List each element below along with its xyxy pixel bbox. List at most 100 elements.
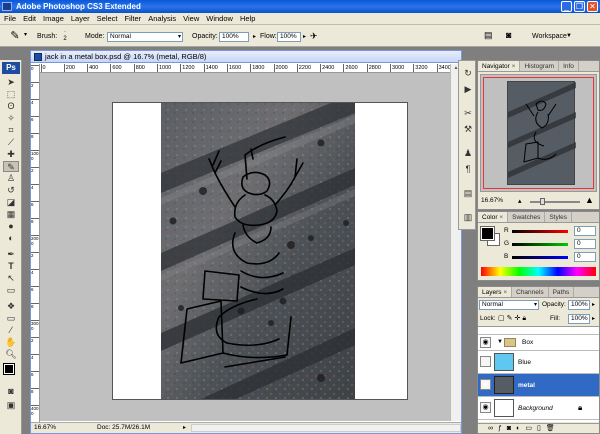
horizontal-scrollbar[interactable] [191,424,461,432]
dodge-tool-icon[interactable]: ◐ [3,233,19,244]
blur-tool-icon[interactable]: ● [3,221,19,232]
magic-wand-tool-icon[interactable]: ✧ [3,113,19,124]
visibility-eye-icon[interactable]: ◉ [480,337,491,348]
tab-paths[interactable]: Paths [549,287,575,297]
red-value[interactable]: 0 [574,226,596,236]
menu-file[interactable]: File [4,14,16,23]
shape-tool-icon[interactable]: ▭ [3,285,19,296]
tab-swatches[interactable]: Swatches [508,212,546,222]
workspace-menu[interactable]: Workspace [532,33,567,40]
history-panel-icon[interactable]: ↻ [462,67,474,79]
character-panel-icon[interactable]: ¶ [462,163,474,175]
clone-source-panel-icon[interactable]: ♟ [462,147,474,159]
navigator-zoom[interactable]: 16.67% [481,197,503,204]
tool-preset-arrow-icon[interactable]: ▾ [24,31,30,41]
layer-style-icon[interactable]: ƒ [498,425,507,432]
layer-name-box[interactable]: Box [522,339,533,346]
navigator-zoom-thumb[interactable] [540,198,545,205]
tab-navigator[interactable]: Navigator × [478,61,521,71]
minimize-button[interactable]: _ [561,1,572,12]
close-icon[interactable]: × [503,289,507,296]
notes-tool-icon[interactable]: ▭ [3,313,19,324]
move-tool-icon[interactable]: ➤ [3,77,19,88]
slice-tool-icon[interactable]: ⟋ [3,137,19,148]
link-layers-icon[interactable]: ∞ [488,425,498,432]
opacity-arrow-icon[interactable]: ▸ [253,33,256,40]
pen-tool-icon[interactable]: ✒ [3,249,19,260]
layer-row-box[interactable]: ◉ ▼ Box [478,335,599,351]
document-title-bar[interactable]: jack in a metal box.psd @ 16.7% (metal, … [31,51,461,63]
hand-tool-icon[interactable]: ✋ [3,337,19,348]
brush-picker[interactable]: · 2 [60,29,70,43]
zoom-tool-icon[interactable]: 🔍︎ [3,349,19,360]
blue-value[interactable]: 0 [574,252,596,262]
mode-select[interactable]: Normal ▾ [107,32,183,42]
color-foreground-swatch[interactable] [480,226,495,241]
delete-layer-icon[interactable]: 🗑︎ [546,425,560,432]
marquee-tool-icon[interactable]: ⬚ [3,89,19,100]
visibility-eye-icon[interactable]: ◉ [480,402,491,413]
tool-presets-panel-icon[interactable]: ⚒ [462,123,474,135]
airbrush-icon[interactable]: ✈ [310,30,322,42]
red-slider[interactable] [512,230,568,233]
fill-arrow-icon[interactable]: ▸ [592,315,595,322]
menu-select[interactable]: Select [97,14,118,23]
foreground-color-swatch[interactable] [3,363,15,375]
expand-triangle-icon[interactable]: ▼ [497,339,503,345]
layer-name-background[interactable]: Background [518,405,553,412]
navigator-view-box[interactable] [483,77,594,189]
color-ramp[interactable] [481,267,596,276]
layer-row-background[interactable]: ◉ Background 🔒︎ [478,397,599,420]
zoom-out-icon[interactable]: ▴ [518,197,526,205]
document-window[interactable]: jack in a metal box.psd @ 16.7% (metal, … [30,50,462,434]
visibility-eye-icon-empty[interactable] [480,356,491,367]
layer-row-blue[interactable]: Blue [478,351,599,374]
eraser-tool-icon[interactable]: ◪ [3,197,19,208]
tab-info[interactable]: Info [559,61,579,71]
layer-name-metal[interactable]: metal [518,382,535,389]
crop-tool-icon[interactable]: ⌗ [3,125,19,136]
menu-window[interactable]: Window [206,14,233,23]
brush-tool-icon[interactable]: ✎ [8,29,22,43]
tab-color[interactable]: Color × [478,212,509,222]
fill-input[interactable]: 100% [568,314,590,324]
type-tool-icon[interactable]: T [3,261,19,272]
menu-edit[interactable]: Edit [23,14,36,23]
menu-layer[interactable]: Layer [71,14,90,23]
lock-icons[interactable]: ▢✎✛🔒︎ [498,314,528,323]
green-slider[interactable] [512,243,568,246]
ps-logo[interactable]: Ps [2,62,20,74]
new-layer-icon[interactable]: ▯ [537,425,546,432]
tab-layers[interactable]: Layers × [478,287,513,297]
close-icon[interactable]: × [499,214,503,221]
menu-image[interactable]: Image [43,14,64,23]
menu-analysis[interactable]: Analysis [148,14,176,23]
adjustment-layer-icon[interactable]: ◐ [516,425,525,432]
navigator-zoom-slider[interactable] [530,198,580,205]
new-group-icon[interactable]: ▭ [525,425,537,432]
path-selection-tool-icon[interactable]: ↖ [3,273,19,284]
close-button[interactable]: ✕ [587,1,598,12]
status-menu-arrow-icon[interactable]: ▸ [183,423,186,433]
layer-opacity-arrow-icon[interactable]: ▸ [592,301,595,308]
menu-view[interactable]: View [183,14,199,23]
opacity-input[interactable]: 100% [219,32,249,42]
close-icon[interactable]: × [512,63,516,70]
layer-comps-panel-icon[interactable]: ▥ [462,211,474,223]
flow-arrow-icon[interactable]: ▸ [303,33,306,40]
flow-input[interactable]: 100% [277,32,301,42]
layer-name-blue[interactable]: Blue [518,359,531,366]
eyedropper-tool-icon[interactable]: ⁄ [3,325,19,336]
3d-tool-icon[interactable]: ❖ [3,301,19,312]
navigator-preview[interactable] [480,74,597,192]
healing-brush-tool-icon[interactable]: ✚ [3,149,19,160]
canvas-area[interactable] [40,73,450,421]
tab-histogram[interactable]: Histogram [520,61,560,71]
file-browser-icon[interactable]: ▤ [484,30,496,42]
clone-stamp-tool-icon[interactable]: ♙ [3,173,19,184]
tab-channels[interactable]: Channels [512,287,549,297]
layer-opacity-input[interactable]: 100% [568,300,590,310]
bridge-icon[interactable]: ◙ [506,30,518,42]
maximize-button[interactable]: ❐ [574,1,585,12]
canvas-paper[interactable] [112,102,408,400]
